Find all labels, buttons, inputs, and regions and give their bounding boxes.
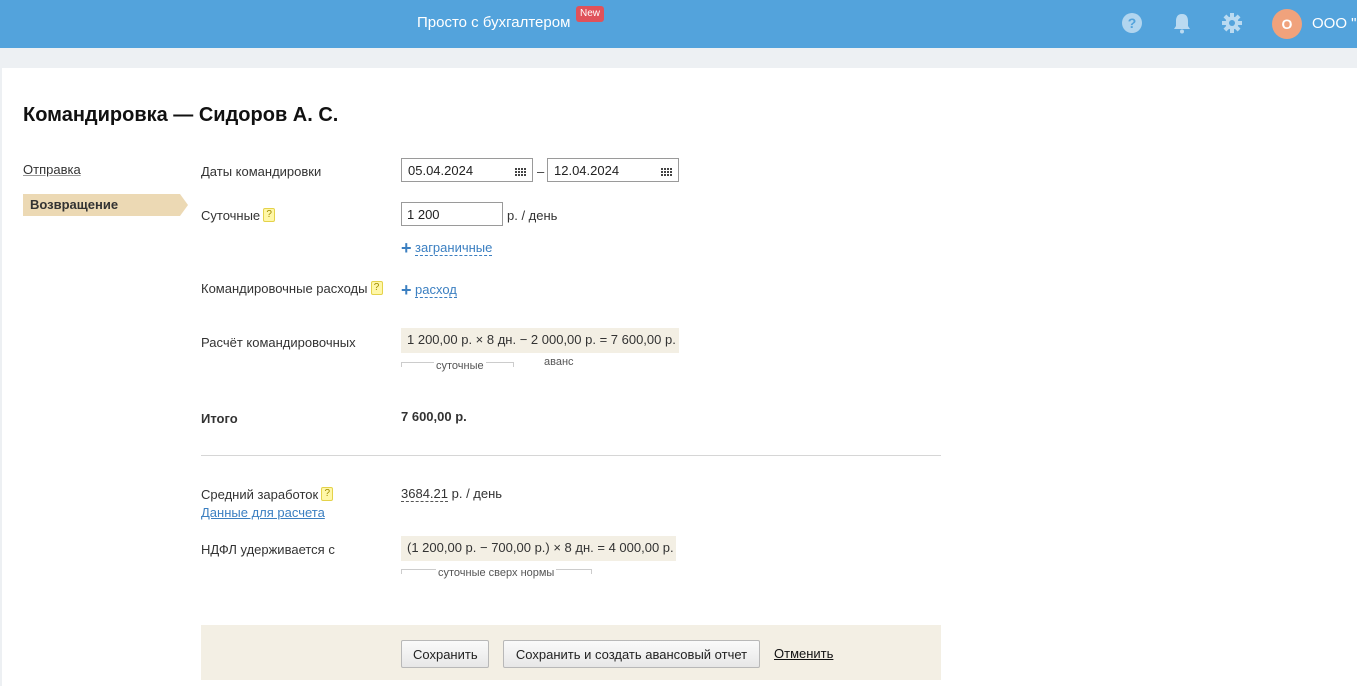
new-badge: New bbox=[576, 6, 605, 22]
start-date-input[interactable]: 05.04.2024 bbox=[401, 158, 533, 182]
ndfl-brace-label: суточные сверх нормы bbox=[436, 567, 557, 579]
page-title: Командировка — Сидоров А. С. bbox=[23, 104, 339, 126]
add-foreign-per-diem-link[interactable]: + заграничные bbox=[401, 238, 493, 259]
question-hint-icon[interactable]: ? bbox=[321, 487, 334, 501]
brace-advance-label: аванс bbox=[544, 356, 574, 368]
calculation-label: Расчёт командировочных bbox=[201, 335, 356, 350]
save-button[interactable]: Сохранить bbox=[401, 640, 489, 668]
bell-icon[interactable] bbox=[1171, 12, 1193, 34]
brand-link[interactable]: Просто с бухгалтером bbox=[417, 14, 570, 31]
sidebar-item-departure[interactable]: Отправка bbox=[23, 162, 81, 177]
avg-salary-label: Средний заработок? bbox=[201, 487, 334, 502]
question-hint-icon[interactable]: ? bbox=[263, 208, 276, 222]
svg-text:?: ? bbox=[1128, 15, 1137, 31]
dates-label: Даты командировки bbox=[201, 164, 322, 179]
per-diem-input[interactable]: 1 200 bbox=[401, 202, 503, 226]
question-hint-icon[interactable]: ? bbox=[370, 281, 383, 295]
calendar-icon[interactable] bbox=[514, 165, 526, 176]
avg-salary-number[interactable]: 3684.21 bbox=[401, 486, 448, 502]
calculation-data-link[interactable]: Данные для расчета bbox=[201, 505, 325, 520]
total-value: 7 600,00 р. bbox=[401, 409, 467, 424]
end-date-input[interactable]: 12.04.2024 bbox=[547, 158, 679, 182]
top-bar: Просто с бухгалтером New ? О ООО " bbox=[0, 0, 1357, 48]
save-and-create-report-button[interactable]: Сохранить и создать авансовый отчет bbox=[503, 640, 760, 668]
brace-per-diem-label: суточные bbox=[434, 360, 486, 372]
total-label: Итого bbox=[201, 411, 238, 426]
calendar-icon[interactable] bbox=[660, 165, 672, 176]
plus-icon: + bbox=[401, 238, 412, 258]
per-diem-label: Суточные? bbox=[201, 208, 276, 223]
per-diem-unit: р. / день bbox=[507, 208, 558, 223]
gear-icon[interactable] bbox=[1221, 12, 1243, 34]
plus-icon: + bbox=[401, 280, 412, 300]
avatar[interactable]: О bbox=[1272, 9, 1302, 39]
ndfl-label: НДФЛ удерживается с bbox=[201, 542, 335, 557]
date-separator: – bbox=[537, 164, 545, 179]
expenses-label: Командировочные расходы? bbox=[201, 281, 383, 296]
avg-salary-value: 3684.21 р. / день bbox=[401, 486, 503, 502]
sidebar-item-return[interactable]: Возвращение bbox=[23, 194, 188, 216]
add-expense-link[interactable]: + расход bbox=[401, 280, 457, 301]
cancel-link[interactable]: Отменить bbox=[774, 646, 833, 661]
content-card bbox=[2, 68, 1357, 686]
ndfl-formula: (1 200,00 р. − 700,00 р.) × 8 дн. = 4 00… bbox=[401, 536, 676, 561]
divider bbox=[201, 455, 941, 456]
calculation-formula: 1 200,00 р. × 8 дн. − 2 000,00 р. = 7 60… bbox=[401, 328, 679, 353]
org-name[interactable]: ООО "М bbox=[1312, 15, 1357, 32]
sidebar-item-label: Возвращение bbox=[30, 197, 119, 212]
help-icon[interactable]: ? bbox=[1121, 12, 1143, 34]
